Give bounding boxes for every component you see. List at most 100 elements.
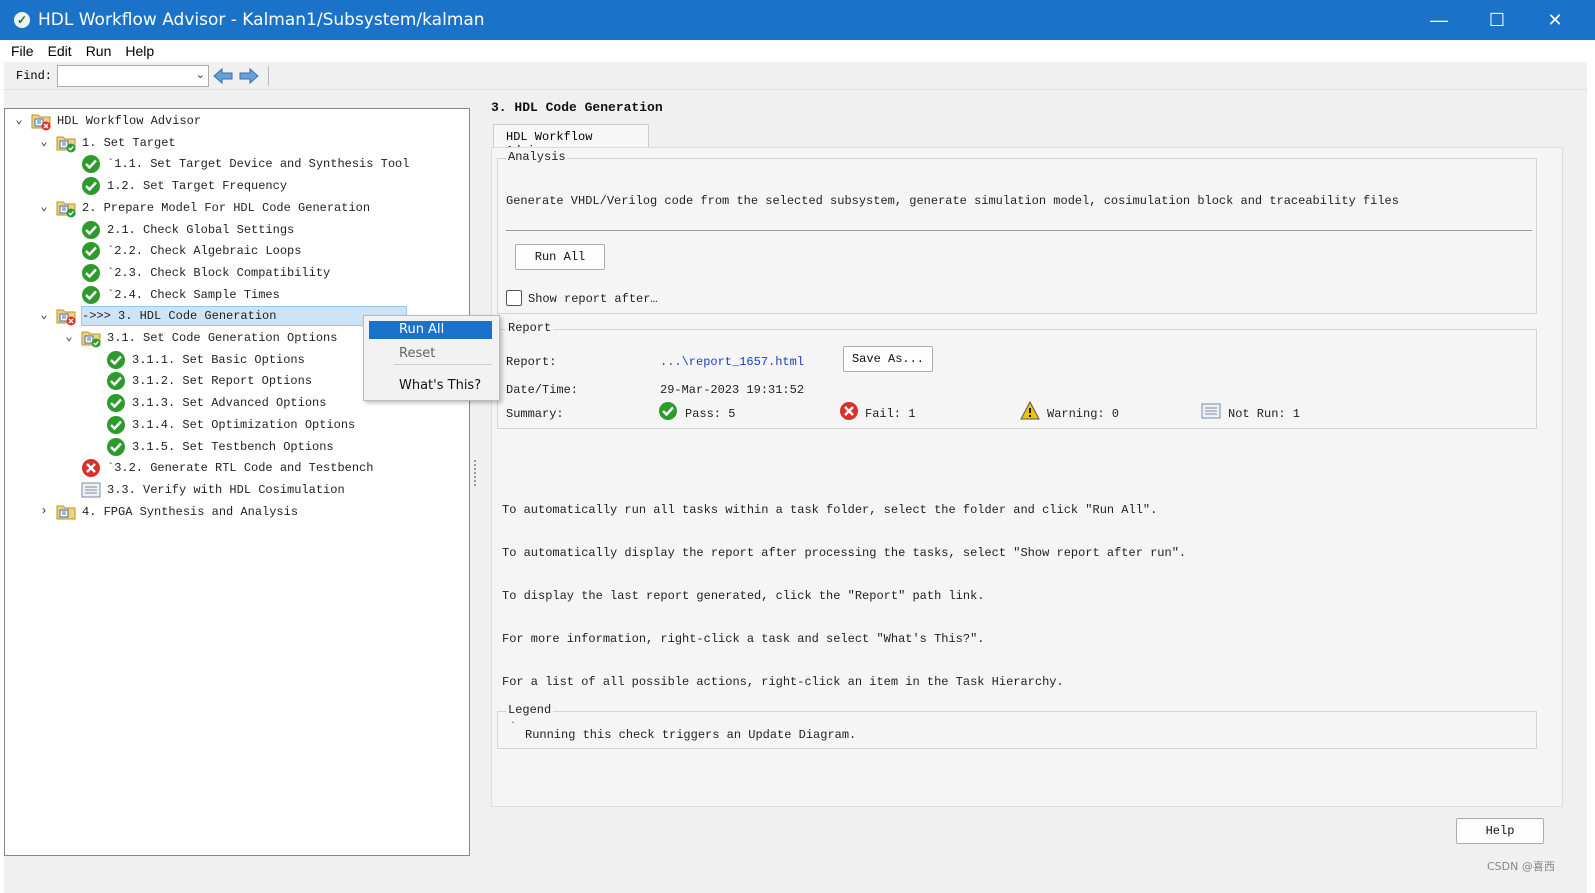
chevron-down-icon[interactable]: ⌄ — [38, 308, 50, 322]
warning-icon — [1020, 401, 1040, 420]
forward-arrow-icon[interactable] — [238, 65, 260, 87]
folder-fail-icon — [31, 111, 51, 131]
tree-item-label: `1.1. Set Target Device and Synthesis To… — [107, 157, 410, 172]
tree-item-label: HDL Workflow Advisor — [57, 114, 202, 128]
tree-item[interactable]: › 4. FPGA Synthesis and Analysis — [5, 502, 465, 522]
minimize-button[interactable]: — — [1410, 0, 1468, 40]
tree-item[interactable]: 3.1.4. Set Optimization Options — [5, 415, 465, 435]
tab-hdl-workflow-advisor[interactable]: HDL Workflow Advisor — [493, 124, 649, 158]
tree-item[interactable]: `2.3. Check Block Compatibility — [5, 263, 465, 283]
warning-count: Warning: 0 — [1047, 407, 1120, 421]
tree-item-label: 3.1.4. Set Optimization Options — [132, 417, 356, 432]
tab-content: Analysis Generate VHDL/Verilog code from… — [491, 147, 1563, 807]
tree-item[interactable]: `2.4. Check Sample Times — [5, 285, 465, 305]
report-legend: Report — [506, 321, 554, 335]
chevron-down-icon[interactable]: ⌄ — [63, 330, 75, 344]
help-text-line: For more information, right-click a task… — [502, 632, 985, 646]
tree-item[interactable]: 2.1. Check Global Settings — [5, 220, 465, 240]
folder-fail-icon — [56, 306, 76, 326]
show-report-checkbox[interactable] — [506, 290, 522, 306]
menu-bar: File Edit Run Help — [4, 40, 1587, 62]
tree-item[interactable]: `2.2. Check Algebraic Loops — [5, 241, 465, 261]
pass-icon — [81, 154, 101, 174]
tree-item-label: `2.4. Check Sample Times — [107, 287, 280, 302]
menu-separator — [394, 364, 492, 365]
task-hierarchy-tree[interactable]: ⌄ HDL Workflow Advisor ⌄ 1. Set Target `1.1.… — [4, 108, 470, 856]
toolbar-separator — [268, 66, 269, 86]
tree-item[interactable]: 1.2. Set Target Frequency — [5, 176, 465, 196]
tree-item[interactable]: ⌄ HDL Workflow Advisor — [5, 111, 465, 131]
context-reset[interactable]: Reset — [369, 345, 492, 363]
tree-item-label: 2. Prepare Model For HDL Code Generation — [82, 200, 371, 215]
menu-edit[interactable]: Edit — [41, 40, 79, 62]
folder-pass-icon — [56, 198, 76, 218]
tree-item-label: `2.2. Check Algebraic Loops — [107, 244, 302, 259]
tree-item[interactable]: `3.2. Generate RTL Code and Testbench — [5, 458, 465, 478]
divider — [506, 230, 1532, 231]
tree-item-label: ->>> 3. HDL Code Generation — [82, 309, 277, 324]
tree-item[interactable]: 3.3. Verify with HDL Cosimulation — [5, 480, 465, 500]
chevron-down-icon[interactable]: ⌄ — [38, 135, 50, 149]
legend-text: Running this check triggers an Update Di… — [525, 728, 857, 742]
help-button[interactable]: Help — [1456, 818, 1544, 844]
pass-icon — [81, 263, 101, 283]
tree-item-label: 3.1. Set Code Generation Options — [107, 331, 338, 345]
menu-help[interactable]: Help — [118, 40, 161, 62]
tree-item[interactable]: 3.1.5. Set Testbench Options — [5, 437, 465, 457]
report-label: Report: — [506, 355, 557, 369]
title-bar: ✓ HDL Workflow Advisor - Kalman1/Subsyst… — [0, 0, 1595, 40]
not-run-icon — [1201, 403, 1221, 419]
help-text-line: To automatically display the report afte… — [502, 546, 1187, 560]
find-combobox[interactable]: ⌄ — [57, 65, 209, 87]
save-as-button[interactable]: Save As... — [843, 346, 933, 372]
fail-count: Fail: 1 — [865, 407, 916, 421]
toolbar: Find: ⌄ — [4, 62, 1587, 90]
report-group: Report Report: ...\report_1657.html Save… — [497, 321, 1537, 429]
main-area: ⌄ HDL Workflow Advisor ⌄ 1. Set Target `1.1.… — [4, 90, 1587, 893]
pass-icon — [106, 350, 126, 370]
not-run-count: Not Run: 1 — [1228, 407, 1301, 421]
analysis-legend: Analysis — [506, 150, 568, 164]
tree-item-label: 1. Set Target — [82, 135, 176, 150]
legend-group: Legend ` Running this check triggers an … — [497, 703, 1537, 749]
maximize-button[interactable]: ☐ — [1468, 0, 1526, 40]
tree-item[interactable]: ⌄ 1. Set Target — [5, 133, 465, 153]
context-run-all[interactable]: Run All — [369, 321, 492, 339]
pass-icon — [81, 241, 101, 261]
fail-icon — [81, 458, 101, 478]
report-link[interactable]: ...\report_1657.html — [660, 355, 804, 369]
find-label: Find: — [16, 69, 53, 83]
run-all-button[interactable]: Run All — [515, 244, 605, 270]
context-menu: Run All Reset What's This? — [363, 315, 500, 401]
datetime-label: Date/Time: — [506, 383, 579, 397]
tree-item[interactable]: `1.1. Set Target Device and Synthesis To… — [5, 154, 465, 174]
fail-icon — [840, 402, 858, 420]
chevron-right-icon[interactable]: › — [38, 504, 50, 518]
folder-pass-icon — [56, 133, 76, 153]
tree-item-label: 3.1.2. Set Report Options — [132, 374, 313, 389]
pass-icon — [81, 220, 101, 240]
menu-file[interactable]: File — [4, 40, 41, 62]
pane-splitter[interactable] — [474, 460, 477, 486]
help-text-line: To display the last report generated, cl… — [502, 589, 985, 603]
tree-item-label: 3.3. Verify with HDL Cosimulation — [107, 482, 345, 497]
chevron-down-icon[interactable]: ⌄ — [196, 68, 205, 81]
task-title: 3. HDL Code Generation — [491, 100, 663, 115]
menu-run[interactable]: Run — [79, 40, 119, 62]
analysis-group: Analysis Generate VHDL/Verilog code from… — [497, 150, 1537, 314]
close-button[interactable]: ✕ — [1526, 0, 1584, 40]
back-arrow-icon[interactable] — [212, 65, 234, 87]
chevron-down-icon[interactable]: ⌄ — [38, 200, 50, 214]
not-run-icon — [81, 480, 101, 500]
pass-count: Pass: 5 — [685, 407, 736, 421]
chevron-down-icon[interactable]: ⌄ — [13, 113, 25, 127]
tree-item[interactable]: ⌄ 2. Prepare Model For HDL Code Generatio… — [5, 198, 465, 218]
context-whats-this[interactable]: What's This? — [369, 377, 492, 395]
datetime-value: 29-Mar-2023 19:31:52 — [660, 383, 805, 397]
analysis-description: Generate VHDL/Verilog code from the sele… — [506, 194, 1399, 208]
pass-icon — [106, 437, 126, 457]
legend-title: Legend — [506, 703, 554, 717]
pass-icon — [106, 371, 126, 391]
pass-icon — [659, 402, 677, 420]
help-text-line: To automatically run all tasks within a … — [502, 503, 1158, 517]
